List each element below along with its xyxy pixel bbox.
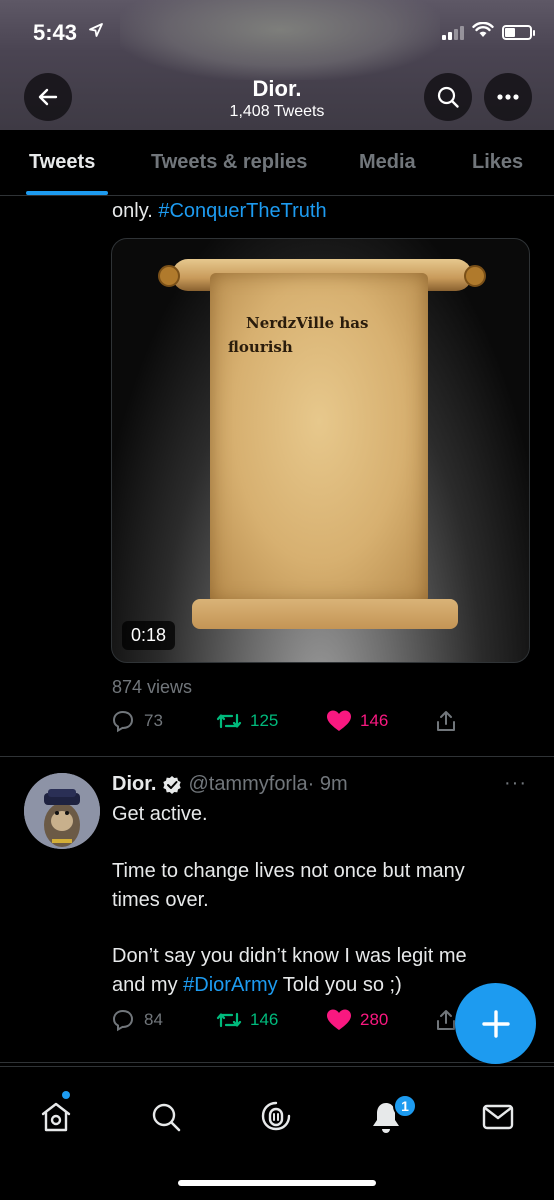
tweet-text-line: Don’t say you didn’t know I was legit me: [112, 945, 467, 967]
retweet-icon: [216, 708, 242, 734]
share-icon: [433, 708, 459, 734]
profile-header: 5:43 Dior. 1,408 Tweets: [0, 0, 554, 130]
reply-icon: [110, 708, 136, 734]
tweet-text: only. #ConquerTheTruth: [112, 200, 327, 222]
retweet-count: 125: [250, 711, 279, 730]
scroll-caption: NerdzVille has flourish: [228, 311, 416, 359]
bottom-navigation: 1: [0, 1066, 554, 1200]
tab-tweets[interactable]: Tweets: [29, 151, 95, 174]
tweet-header: Dior. @tammyforla · 9m: [112, 773, 348, 796]
scroll-roll-bottom: [192, 599, 458, 629]
status-icons: [442, 21, 535, 43]
tweet-count: 1,408 Tweets: [229, 103, 325, 120]
retweet-button[interactable]: 146: [216, 1007, 278, 1033]
tweet-video[interactable]: NerdzVille has flourish 0:18: [111, 238, 530, 663]
reply-icon: [110, 1007, 136, 1033]
tweet-divider: [0, 756, 554, 757]
home-new-content-dot: [62, 1091, 70, 1099]
scroll-caption-line1: NerdzVille has: [246, 314, 369, 332]
scroll-knob-right: [464, 265, 486, 287]
search-button[interactable]: [424, 73, 472, 121]
tweet-text-line: Get active.: [112, 803, 208, 825]
reply-count: 84: [144, 1010, 163, 1029]
heart-icon: [326, 1007, 352, 1033]
nav-search[interactable]: [148, 1099, 184, 1135]
tab-likes[interactable]: Likes: [472, 151, 523, 174]
home-indicator: [178, 1180, 376, 1186]
search-icon: [152, 1103, 181, 1132]
profile-tabs: Tweets Tweets & replies Media Likes: [0, 130, 554, 196]
more-options-button[interactable]: [484, 73, 532, 121]
view-count: 874 views: [112, 677, 193, 697]
author-name[interactable]: Dior.: [112, 773, 156, 796]
tab-media[interactable]: Media: [359, 151, 416, 174]
reply-button[interactable]: 73: [110, 708, 163, 734]
tweet-actions: 73 125 146: [0, 708, 554, 738]
tweet-more-icon[interactable]: ···: [504, 772, 527, 795]
reply-button[interactable]: 84: [110, 1007, 163, 1033]
scroll-caption-line2: flourish: [228, 338, 293, 356]
home-icon: [41, 1102, 71, 1132]
search-icon: [437, 86, 459, 108]
tweet-text-line: times over.: [112, 889, 209, 911]
like-count: 146: [360, 711, 389, 730]
header-banner-blur: [120, 0, 440, 80]
compose-tweet-button[interactable]: [455, 983, 536, 1064]
nav-messages[interactable]: [480, 1099, 516, 1135]
scroll-knob-left: [158, 265, 180, 287]
plus-icon: [481, 1009, 510, 1038]
avatar[interactable]: [24, 773, 100, 849]
reply-count: 73: [144, 711, 163, 730]
status-time: 5:43: [33, 20, 78, 45]
like-button[interactable]: 280: [326, 1007, 388, 1033]
nav-spaces[interactable]: [258, 1099, 294, 1135]
active-tab-indicator: [26, 191, 108, 195]
hashtag-link[interactable]: #DiorArmy: [183, 974, 277, 996]
retweet-count: 146: [250, 1010, 279, 1029]
heart-icon: [326, 708, 352, 734]
ellipsis-icon: [497, 94, 519, 100]
tweet-divider: [0, 1062, 554, 1063]
tweet-time: · 9m: [307, 773, 348, 795]
like-count: 280: [360, 1010, 389, 1029]
like-button[interactable]: 146: [326, 708, 388, 734]
hashtag-link[interactable]: #ConquerTheTruth: [158, 200, 326, 222]
video-duration: 0:18: [122, 621, 176, 650]
tweet-text-line: and my #DiorArmy Told you so ;): [112, 974, 402, 996]
retweet-icon: [216, 1007, 242, 1033]
mail-icon: [482, 1104, 514, 1130]
location-arrow-icon: [88, 22, 104, 43]
tweet-text-line: Time to change lives not once but many: [112, 860, 465, 882]
battery-icon: [502, 25, 535, 40]
signal-icon: [442, 25, 464, 40]
author-handle[interactable]: @tammyforla: [188, 773, 307, 796]
tab-tweets-replies[interactable]: Tweets & replies: [151, 151, 307, 174]
spaces-microphone-icon: [261, 1101, 291, 1131]
verified-badge-icon: [162, 775, 182, 795]
notification-badge: 1: [393, 1094, 417, 1118]
wifi-icon: [472, 21, 494, 43]
retweet-button[interactable]: 125: [216, 708, 278, 734]
share-button[interactable]: [433, 708, 459, 734]
nav-home[interactable]: [38, 1099, 74, 1135]
